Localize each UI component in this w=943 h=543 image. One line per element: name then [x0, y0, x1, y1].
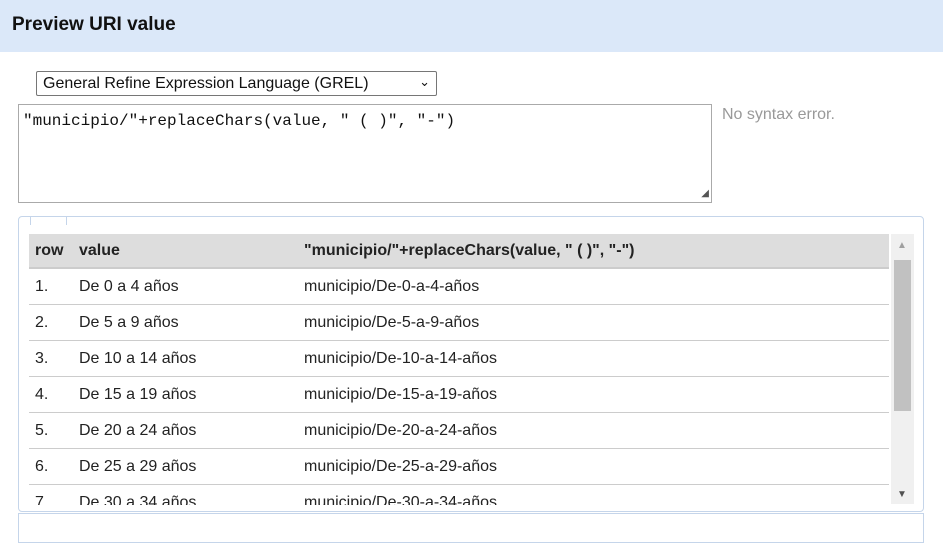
scrollbar[interactable]: ▲ ▼ [891, 234, 914, 504]
row-number: 2. [35, 313, 49, 331]
row-value: De 0 a 4 años [79, 277, 179, 295]
header-value: value [79, 241, 120, 259]
expression-text: "municipio/"+replaceChars(value, " ( )",… [23, 112, 456, 130]
row-value: De 30 a 34 años [79, 493, 197, 506]
row-result: municipio/De-15-a-19-años [304, 385, 497, 403]
table-row: 7. De 30 a 34 años municipio/De-30-a-34-añ… [29, 485, 889, 506]
row-number: 1. [35, 277, 49, 295]
preview-table: row value "municipio/"+replaceChars(valu… [29, 234, 889, 505]
table-row: 3. De 10 a 14 años municipio/De-10-a-14-añ… [29, 341, 889, 377]
row-value: De 20 a 24 años [79, 421, 197, 439]
table-row: 2. De 5 a 9 años municipio/De-5-a-9-años [29, 305, 889, 341]
row-value: De 25 a 29 años [79, 457, 197, 475]
expression-input[interactable]: "municipio/"+replaceChars(value, " ( )",… [18, 104, 712, 203]
preview-panel: row value "municipio/"+replaceChars(valu… [18, 216, 924, 512]
row-result: municipio/De-5-a-9-años [304, 313, 480, 331]
scrollbar-thumb[interactable] [894, 260, 911, 411]
language-select[interactable]: General Refine Expression Language (GREL… [36, 71, 437, 96]
row-number: 4. [35, 385, 49, 403]
row-value: De 5 a 9 años [79, 313, 179, 331]
row-value: De 15 a 19 años [79, 385, 197, 403]
dialog-title: Preview URI value [0, 0, 943, 52]
scroll-down-icon[interactable]: ▼ [897, 489, 907, 500]
scroll-up-icon[interactable]: ▲ [897, 240, 907, 251]
table-row: 5. De 20 a 24 años municipio/De-20-a-24-añ… [29, 413, 889, 449]
row-value: De 10 a 14 años [79, 349, 197, 367]
header-expression: "municipio/"+replaceChars(value, " ( )",… [304, 241, 635, 259]
row-number: 3. [35, 349, 49, 367]
table-row: 4. De 15 a 19 años municipio/De-15-a-19-añ… [29, 377, 889, 413]
language-selected: General Refine Expression Language (GREL… [43, 75, 369, 92]
row-result: municipio/De-0-a-4-años [304, 277, 480, 295]
table-row: 6. De 25 a 29 años municipio/De-25-a-29-añ… [29, 449, 889, 485]
chevron-down-icon: ⌄ [419, 74, 430, 89]
resize-handle-icon[interactable]: ◢ [701, 188, 709, 200]
table-row: 1. De 0 a 4 años municipio/De-0-a-4-años [29, 269, 889, 305]
syntax-status: No syntax error. [722, 106, 835, 123]
row-result: municipio/De-20-a-24-años [304, 421, 497, 439]
row-number: 5. [35, 421, 49, 439]
row-result: municipio/De-30-a-34-años [304, 493, 497, 506]
table-header: row value "municipio/"+replaceChars(valu… [29, 234, 889, 269]
header-row: row [35, 241, 64, 259]
row-result: municipio/De-10-a-14-años [304, 349, 497, 367]
row-number: 6. [35, 457, 49, 475]
row-result: municipio/De-25-a-29-años [304, 457, 497, 475]
preview-tab[interactable] [30, 216, 67, 225]
dialog-footer [18, 513, 924, 543]
row-number: 7. [35, 493, 49, 506]
